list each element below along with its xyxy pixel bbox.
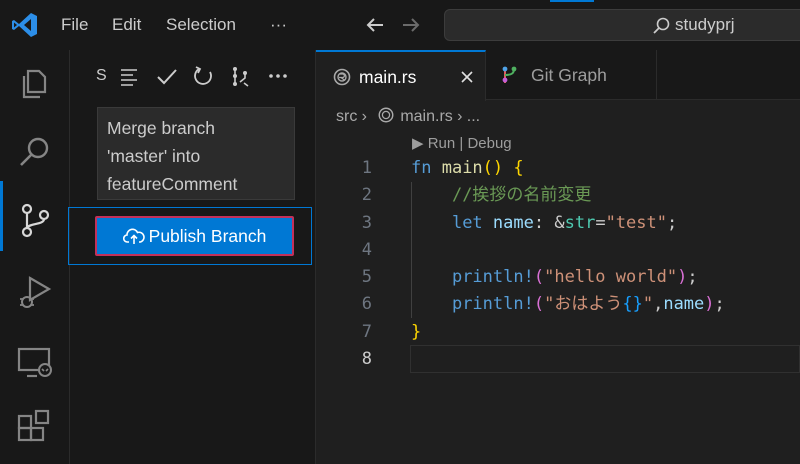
code-token: = bbox=[595, 212, 606, 233]
sidebar-title-initial: S bbox=[96, 67, 107, 84]
breadcrumb-folder[interactable]: src bbox=[336, 108, 357, 125]
breadcrumb-more[interactable]: ... bbox=[467, 108, 480, 125]
source-control-sidebar: S Merge branch 'master' into featureComm… bbox=[68, 50, 316, 464]
code-editor[interactable]: 1 fn main() { 2 //挨拶の名前変更 3 let name: &s… bbox=[316, 155, 800, 373]
line-number: 5 bbox=[361, 267, 372, 288]
code-token: let bbox=[451, 212, 483, 233]
line-number: 2 bbox=[361, 185, 372, 206]
breadcrumb: src › main.rs ›... bbox=[336, 103, 480, 131]
code-token: "おはよう bbox=[544, 294, 623, 315]
vscode-logo-icon bbox=[12, 13, 37, 37]
code-token: str bbox=[564, 212, 596, 233]
code-token: ; bbox=[714, 294, 725, 315]
editor-tab-bar: main.rs Git Graph bbox=[316, 50, 800, 101]
commit-message-line: Merge branch bbox=[107, 118, 215, 138]
commit-message-line: 'master' into bbox=[107, 146, 201, 166]
line-number: 3 bbox=[361, 212, 372, 233]
tab-main-rs[interactable]: main.rs bbox=[316, 50, 486, 101]
code-token: } bbox=[411, 321, 422, 342]
code-line: 5 println!("hello world"); bbox=[316, 264, 800, 291]
explorer-icon[interactable] bbox=[15, 62, 55, 102]
view-as-tree-icon[interactable] bbox=[118, 64, 142, 88]
code-token: : bbox=[533, 212, 555, 233]
cloud-upload-icon bbox=[122, 228, 145, 244]
menu-file[interactable]: File bbox=[61, 0, 88, 50]
code-token: ) bbox=[677, 267, 688, 288]
code-token: & bbox=[554, 212, 565, 233]
run-debug-icon[interactable] bbox=[15, 272, 55, 312]
codelens-run-debug[interactable]: ▶ Run | Debug bbox=[412, 133, 512, 155]
commit-message-input[interactable]: Merge branch 'master' into featureCommen… bbox=[97, 107, 295, 200]
breadcrumb-separator: › bbox=[361, 108, 367, 125]
commit-check-icon[interactable] bbox=[155, 64, 179, 88]
code-token: name bbox=[482, 212, 534, 233]
menu-edit[interactable]: Edit bbox=[112, 0, 141, 50]
git-graph-icon bbox=[502, 66, 517, 83]
active-view-indicator bbox=[0, 181, 3, 251]
refresh-icon[interactable] bbox=[192, 64, 216, 88]
code-line: 7 } bbox=[316, 319, 800, 346]
commit-message-line: featureComment bbox=[107, 174, 238, 194]
code-token: main bbox=[431, 158, 483, 178]
back-arrow-icon[interactable] bbox=[362, 12, 388, 38]
code-token: , bbox=[653, 294, 664, 315]
activity-search-icon[interactable] bbox=[15, 132, 55, 172]
search-icon bbox=[653, 17, 670, 34]
code-token: " bbox=[642, 294, 654, 315]
code-line: 1 fn main() { bbox=[316, 155, 800, 182]
line-number: 6 bbox=[361, 294, 372, 315]
code-token: //挨拶の名前変更 bbox=[451, 185, 592, 206]
line-number: 4 bbox=[361, 239, 372, 260]
tab-label: main.rs bbox=[359, 67, 417, 87]
line-number: 1 bbox=[361, 158, 372, 178]
tab-label: Git Graph bbox=[531, 65, 607, 85]
forward-arrow-icon[interactable] bbox=[398, 12, 424, 38]
code-token: () bbox=[482, 158, 504, 178]
code-line: 6 println!("おはよう{}",name); bbox=[316, 291, 800, 318]
line-number: 7 bbox=[361, 321, 372, 342]
code-line: 3 let name: &str="test"; bbox=[316, 210, 800, 237]
command-center-search[interactable]: studyprj bbox=[444, 9, 800, 41]
activity-bar bbox=[0, 50, 70, 464]
search-text: studyprj bbox=[675, 15, 735, 34]
code-line: 8 bbox=[316, 346, 800, 373]
code-line: 2 //挨拶の名前変更 bbox=[316, 182, 800, 209]
code-token: ; bbox=[666, 212, 678, 233]
publish-branch-button[interactable]: Publish Branch bbox=[95, 216, 294, 256]
tab-git-graph[interactable]: Git Graph bbox=[486, 50, 657, 100]
code-token: fn bbox=[411, 158, 432, 178]
code-token: name bbox=[663, 294, 705, 315]
menu-selection[interactable]: Selection bbox=[166, 0, 236, 50]
code-token: println! bbox=[451, 267, 534, 288]
remote-explorer-icon[interactable] bbox=[15, 342, 55, 382]
breadcrumb-file[interactable]: main.rs bbox=[400, 108, 452, 125]
menu-more[interactable]: ··· bbox=[270, 0, 287, 50]
code-token: ( bbox=[533, 267, 545, 288]
code-token: ; bbox=[687, 267, 698, 288]
rust-file-icon bbox=[333, 68, 351, 86]
code-token: ( bbox=[533, 294, 545, 315]
branch-graph-icon[interactable] bbox=[228, 64, 252, 88]
code-token: "hello world" bbox=[544, 267, 678, 288]
code-line: 4 bbox=[316, 237, 800, 264]
breadcrumb-separator: › bbox=[457, 108, 463, 125]
code-token: {} bbox=[622, 294, 643, 315]
code-token: "test" bbox=[605, 212, 667, 233]
code-token: ) bbox=[704, 294, 715, 315]
rust-file-icon bbox=[378, 107, 394, 123]
more-actions-icon[interactable] bbox=[266, 64, 290, 88]
code-token: println! bbox=[451, 294, 534, 315]
publish-branch-label: Publish Branch bbox=[148, 226, 267, 246]
close-icon[interactable] bbox=[459, 69, 475, 85]
source-control-icon[interactable] bbox=[15, 200, 55, 240]
title-accent-line bbox=[550, 0, 594, 2]
extensions-icon[interactable] bbox=[15, 408, 55, 448]
title-bar: File Edit Selection ··· studyprj bbox=[0, 0, 800, 50]
line-number: 8 bbox=[361, 349, 372, 370]
code-token: { bbox=[503, 158, 524, 178]
